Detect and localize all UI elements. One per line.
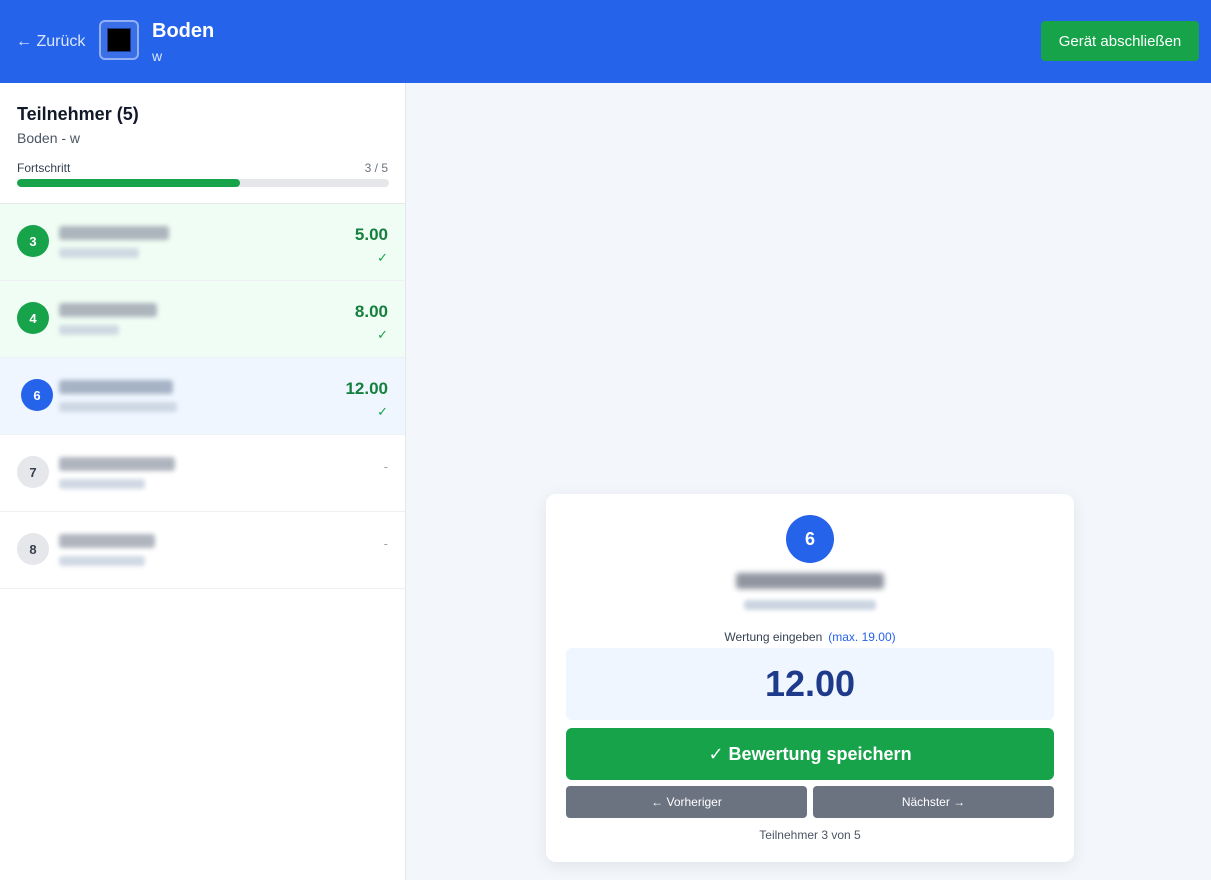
participant-name-redacted <box>59 457 175 471</box>
save-score-button[interactable]: ✓ Bewertung speichern <box>566 728 1054 780</box>
checkmark-icon: ✓ <box>377 404 388 419</box>
participant-club-redacted <box>59 325 119 335</box>
scoring-card: 6 Wertung eingeben (max. 19.00) 12.00 ✓ B… <box>546 494 1074 862</box>
participant-club-redacted <box>59 556 145 566</box>
score-label: Wertung eingeben (max. 19.00) <box>546 630 1074 644</box>
participant-row[interactable]: 4 8.00 ✓ <box>0 281 405 358</box>
participant-row[interactable]: 7 - <box>0 435 405 512</box>
participant-name-redacted <box>59 534 155 548</box>
previous-button[interactable]: ← Vorheriger <box>566 786 807 818</box>
checkmark-icon: ✓ <box>377 327 388 342</box>
progress-bar-fill <box>17 179 241 187</box>
progress-label: Fortschritt <box>17 161 71 175</box>
participant-club-redacted <box>744 600 876 610</box>
start-number-badge: 8 <box>17 533 49 565</box>
start-number-badge: 6 <box>21 379 53 411</box>
score-max-hint: (max. 19.00) <box>828 630 896 644</box>
sidebar-header: Teilnehmer (5) Boden - w Fortschritt 3 /… <box>0 83 405 204</box>
progress-count: 3 / 5 <box>364 161 388 175</box>
checkmark-icon: ✓ <box>377 250 388 265</box>
finish-apparatus-button[interactable]: Gerät abschließen <box>1041 21 1199 61</box>
participant-name-redacted <box>59 380 173 394</box>
participant-row[interactable]: 3 5.00 ✓ <box>0 204 405 281</box>
sidebar-subtitle: Boden - w <box>17 130 81 146</box>
participant-score: - <box>383 536 388 551</box>
start-number-badge: 4 <box>17 302 49 334</box>
back-link[interactable]: ← Zurück <box>16 33 85 51</box>
participant-score: 12.00 <box>345 379 388 398</box>
score-label-text: Wertung eingeben <box>724 630 823 644</box>
page-title: Boden <box>152 20 215 42</box>
participant-score: 5.00 <box>354 225 388 244</box>
participant-row-active[interactable]: 6 12.00 ✓ <box>0 358 405 435</box>
participant-score: - <box>383 459 388 474</box>
progress-bar <box>17 179 389 187</box>
participant-club-redacted <box>59 479 145 489</box>
start-number-badge: 6 <box>786 515 834 563</box>
next-button[interactable]: Nächster → <box>813 786 1054 818</box>
participant-position: Teilnehmer 3 von 5 <box>759 828 861 842</box>
start-number-badge: 7 <box>17 456 49 488</box>
start-number-badge: 3 <box>17 225 49 257</box>
score-input[interactable]: 12.00 <box>566 648 1054 720</box>
participant-score: 8.00 <box>354 302 388 321</box>
participant-row[interactable]: 8 - <box>0 512 405 589</box>
participant-name-redacted <box>59 303 157 317</box>
participant-name-redacted <box>736 573 884 589</box>
page-subtitle: w <box>152 48 163 64</box>
participant-name-redacted <box>59 226 169 240</box>
participant-club-redacted <box>59 402 177 412</box>
participant-club-redacted <box>59 248 139 258</box>
apparatus-icon <box>99 20 139 60</box>
sidebar-title: Teilnehmer (5) <box>17 104 139 124</box>
app-header: ← Zurück Boden w Gerät abschließen <box>0 0 1211 83</box>
participant-sidebar: Teilnehmer (5) Boden - w Fortschritt 3 /… <box>0 83 406 880</box>
